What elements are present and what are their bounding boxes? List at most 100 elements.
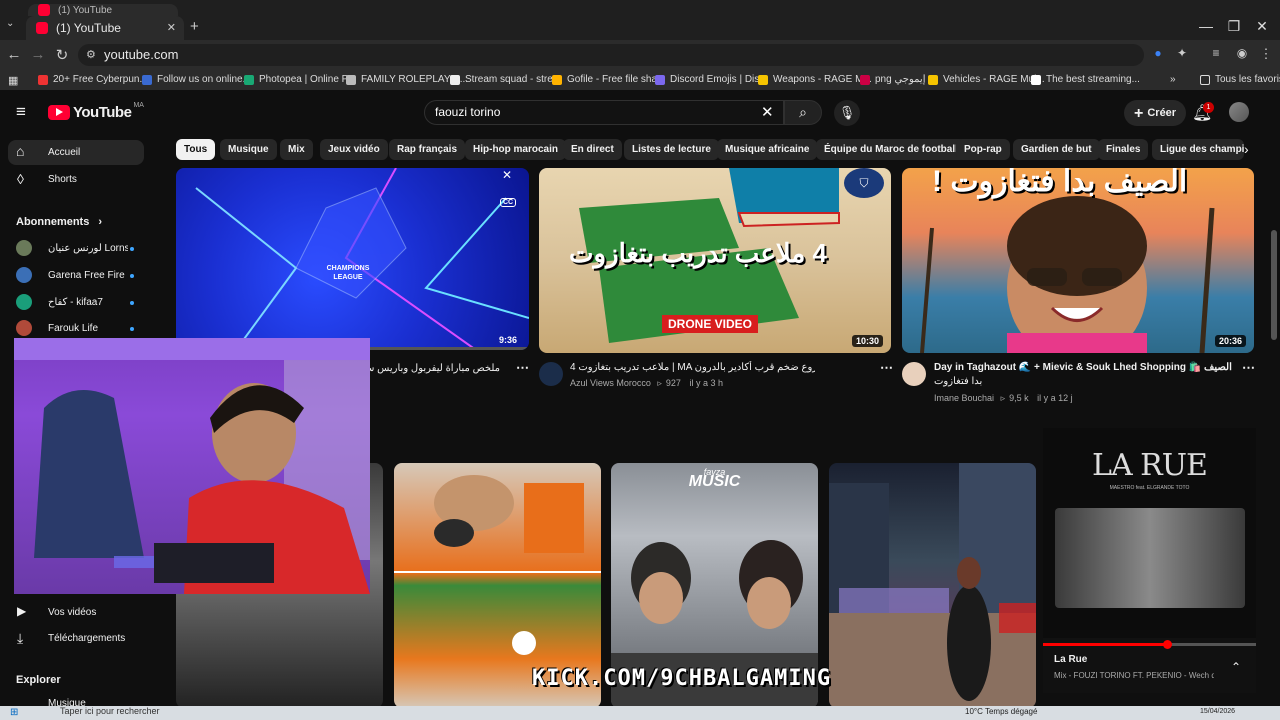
taskbar-clock-date[interactable]: 15/04/2026 — [1200, 708, 1235, 715]
home-icon: ⌂ — [16, 143, 25, 159]
miniplayer-title: La Rue — [1054, 654, 1088, 665]
bookmark-item[interactable]: png إيموجي — [860, 74, 926, 85]
bookmark-favicon — [244, 74, 254, 85]
short-thumbnail[interactable] — [829, 463, 1036, 708]
mute-icon[interactable]: ✕ — [502, 168, 512, 182]
new-tab-button[interactable]: + — [190, 18, 199, 35]
expand-chevron-up-icon[interactable]: ⌃ — [1231, 660, 1241, 674]
apps-grid-icon[interactable]: ▦ — [8, 74, 18, 87]
create-label: Créer — [1147, 107, 1177, 119]
chip-all[interactable]: Tous — [176, 139, 216, 160]
extensions-puzzle-icon[interactable]: ✦ — [1172, 46, 1192, 60]
bookmark-item[interactable]: Weapons - RAGE M... — [758, 74, 872, 85]
chip-music[interactable]: Musique — [220, 139, 277, 160]
youtube-logo[interactable]: YouTube MA — [48, 102, 144, 121]
channel-name[interactable]: Azul Views Morocco — [570, 378, 651, 388]
channel-avatar[interactable] — [539, 362, 563, 386]
chip-morocco-football-team[interactable]: Équipe du Maroc de football — [816, 139, 966, 160]
bookmark-item[interactable]: The best streaming... — [1031, 74, 1140, 85]
bookmark-item[interactable]: Discord Emojis | Dis... — [655, 74, 768, 85]
chip-mix[interactable]: Mix — [280, 139, 313, 160]
captions-icon[interactable]: CC — [500, 198, 517, 207]
chips-next-chevron-icon[interactable]: › — [1244, 141, 1249, 157]
drone-video-badge: DRONE VIDEO — [662, 315, 759, 333]
search-button[interactable]: ⌕ — [784, 100, 822, 125]
download-icon: ⤓ — [17, 630, 24, 646]
voice-search-button[interactable]: 🎙 — [834, 100, 860, 126]
forward-arrow-icon[interactable]: → — [28, 46, 48, 63]
region-code: MA — [133, 102, 144, 109]
chip-pop-rap[interactable]: Pop-rap — [956, 139, 1010, 160]
sidebar-explore-heading: Explorer — [16, 674, 61, 686]
miniplayer[interactable]: LA RUE MAESTRO feat. ELGRANDE TOTO La Ru… — [1043, 428, 1256, 693]
hamburger-menu-icon[interactable]: ≡ — [16, 102, 26, 122]
video-thumbnail[interactable]: CHAMPIONS LEAGUE ✕ CC 9:36 — [176, 168, 529, 350]
close-window-button[interactable]: ✕ — [1252, 18, 1272, 35]
reload-icon[interactable]: ↻ — [52, 46, 72, 64]
chip-moroccan-hiphop[interactable]: Hip-hop marocain — [465, 139, 567, 160]
start-windows-icon[interactable]: ⊞ — [10, 707, 18, 718]
restore-button[interactable]: ❐ — [1224, 18, 1244, 35]
video-title[interactable]: 4 ملاعب تدريب بتغازوت | MA مشروع ضخم قرب… — [570, 361, 815, 375]
taskbar-search-box[interactable]: Taper ici pour rechercher — [40, 706, 180, 720]
sidebar-item-downloads[interactable]: Téléchargements — [48, 633, 125, 644]
create-button[interactable]: + Créer — [1124, 100, 1187, 126]
video-title[interactable]: Day in Taghazout 🌊 + Mievic & Souk Lhed … — [934, 361, 1234, 375]
site-info-icon[interactable]: ⚙ — [86, 44, 96, 66]
close-tab-icon[interactable]: ✕ — [167, 21, 176, 34]
minimize-button[interactable]: — — [1196, 18, 1216, 34]
chip-playlists[interactable]: Listes de lecture — [624, 139, 719, 160]
bookmark-favicon — [346, 74, 356, 85]
sidebar-subscriptions-heading[interactable]: Abonnements › — [16, 216, 102, 228]
menu-kebab-icon[interactable]: ⋮ — [1256, 46, 1276, 62]
video-title[interactable]: ملخص مباراة ليفربول وباريس سان جيرمان — [370, 362, 500, 376]
more-options-icon[interactable]: ⋯ — [516, 360, 529, 376]
sidebar-subscription-item[interactable]: Garena Free Fire ... — [48, 270, 128, 281]
chip-african-music[interactable]: Musique africaine — [717, 139, 818, 160]
bookmark-item[interactable]: Stream squad - stre... — [450, 74, 561, 85]
back-arrow-icon[interactable]: ← — [4, 46, 24, 63]
search-input[interactable]: faouzi torino ✕ — [424, 100, 784, 125]
browser-tab-background[interactable]: (1) YouTube — [28, 4, 178, 16]
more-options-icon[interactable]: ⋯ — [880, 360, 893, 376]
tab-search-icon[interactable]: ⌄ — [6, 18, 14, 29]
media-control-icon[interactable]: ≡ — [1206, 46, 1226, 60]
sidebar-item-shorts[interactable]: Shorts — [48, 174, 77, 185]
channel-name[interactable]: Imane Bouchai — [934, 393, 994, 403]
new-content-dot — [130, 274, 134, 278]
bookmark-item[interactable]: 20+ Free Cyberpun... — [38, 74, 148, 85]
browser-tab-active[interactable]: (1) YouTube ✕ — [26, 16, 184, 40]
taskbar: ⊞ Taper ici pour rechercher 10°C Temps d… — [0, 706, 1280, 720]
clear-search-icon[interactable]: ✕ — [761, 101, 774, 124]
more-bookmarks-chevron-icon[interactable]: » — [1170, 74, 1176, 85]
sidebar-subscription-item[interactable]: Farouk Life — [48, 323, 98, 334]
address-bar[interactable]: ⚙ youtube.com — [78, 44, 1144, 66]
bookmark-item[interactable]: Follow us on online... — [142, 74, 251, 85]
chip-live[interactable]: En direct — [563, 139, 622, 160]
chip-french-rap[interactable]: Rap français — [389, 139, 466, 160]
shorts-icon: ◊ — [17, 171, 24, 187]
bookmark-item[interactable]: Vehicles - RAGE Mul... — [928, 74, 1045, 85]
weather-widget[interactable]: 10°C Temps dégagé — [965, 707, 1037, 716]
chip-goalkeeper[interactable]: Gardien de but — [1013, 139, 1100, 160]
video-thumbnail[interactable]: 4 ملاعب تدريب بتغازوت DRONE VIDEO ⛉ 10:3… — [539, 168, 891, 353]
webcam-overlay — [14, 338, 370, 594]
folder-icon — [1200, 74, 1210, 85]
sidebar-subscription-item[interactable]: لورنس عنيان Lorns ... — [48, 243, 128, 254]
playback-scrubber-handle[interactable] — [1162, 640, 1172, 649]
sidebar-subscription-item[interactable]: كفاح - kifaa7 — [48, 297, 103, 308]
page-scrollbar[interactable] — [1271, 230, 1277, 340]
chip-finals[interactable]: Finales — [1098, 139, 1149, 160]
video-thumbnail[interactable]: الصيف بدا فتغازوت ! 20:36 — [902, 168, 1254, 353]
profile-avatar-icon[interactable]: ◉ — [1232, 46, 1252, 60]
sidebar-item-your-videos[interactable]: Vos vidéos — [48, 607, 96, 618]
all-favorites-folder[interactable]: Tous les favoris — [1200, 74, 1280, 85]
extension-shield-icon[interactable]: ● — [1148, 46, 1168, 60]
bookmark-item[interactable]: Gofile - Free file sha... — [552, 74, 665, 85]
account-avatar[interactable] — [1229, 102, 1249, 122]
chip-champions-league[interactable]: Ligue des champion — [1152, 139, 1244, 160]
bookmark-item[interactable]: Photopea | Online P... — [244, 74, 355, 85]
chip-video-games[interactable]: Jeux vidéo — [320, 139, 388, 160]
more-options-icon[interactable]: ⋯ — [1242, 360, 1255, 376]
channel-avatar[interactable] — [902, 362, 926, 386]
